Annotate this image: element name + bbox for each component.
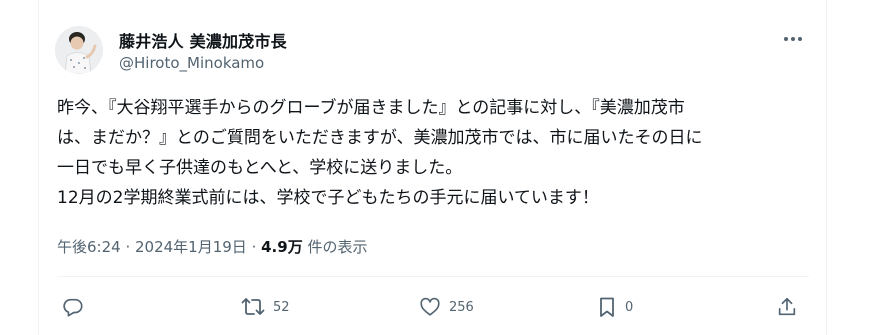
tweet-text-line: 昨今、『大谷翔平選手からのグローブが届きました』との記事に対し、『美濃加茂市 (57, 98, 685, 118)
like-count: 256 (449, 299, 474, 315)
like-button[interactable]: 256 (419, 292, 474, 322)
views-count: 4.9万 (261, 238, 303, 256)
tweet-text-line: は、まだか？』とのご質問をいただきますが、美濃加茂市では、市に届いたその日に (57, 128, 703, 148)
meta-separator: · (120, 238, 135, 256)
action-divider (57, 276, 809, 277)
tweet-text-line: 12月の2学期終業式前には、学校で子どもたちの手元に届いています！ (57, 188, 599, 208)
tweet-text: 昨今、『大谷翔平選手からのグローブが届きました』との記事に対し、『美濃加茂市 は… (57, 93, 817, 213)
avatar[interactable] (55, 26, 103, 74)
retweet-icon (241, 298, 265, 315)
left-border (38, 0, 39, 335)
author-display-name[interactable]: 藤井浩人 美濃加茂市長 (119, 28, 287, 52)
more-icon (784, 37, 802, 41)
tweet-meta: 午後6:24 · 2024年1月19日 · 4.9万 件の表示 (57, 236, 367, 257)
tweet-text-line: 一日でも早く子供達のもとへと、学校に送りました。 (57, 158, 463, 178)
tweet-date[interactable]: 2024年1月19日 (135, 238, 247, 256)
retweet-count: 52 (273, 299, 290, 315)
tweet-time[interactable]: 午後6:24 (57, 238, 121, 256)
reply-icon (63, 298, 83, 317)
share-button[interactable] (776, 292, 798, 322)
avatar-image (55, 26, 103, 74)
author-handle[interactable]: @Hiroto_Minokamo (119, 54, 264, 72)
bookmark-count: 0 (625, 299, 634, 315)
reply-button[interactable] (62, 292, 92, 322)
views-label: 件の表示 (302, 238, 368, 256)
bookmark-button[interactable]: 0 (597, 292, 633, 322)
more-button[interactable] (776, 26, 810, 52)
share-icon (778, 297, 796, 316)
tweet-card: 藤井浩人 美濃加茂市長 @Hiroto_Minokamo 昨今、『大谷翔平選手か… (0, 0, 870, 335)
retweet-button[interactable]: 52 (241, 292, 290, 322)
meta-separator: · (246, 238, 262, 256)
right-border (826, 0, 827, 335)
bookmark-icon (600, 297, 614, 317)
heart-icon (420, 297, 440, 316)
